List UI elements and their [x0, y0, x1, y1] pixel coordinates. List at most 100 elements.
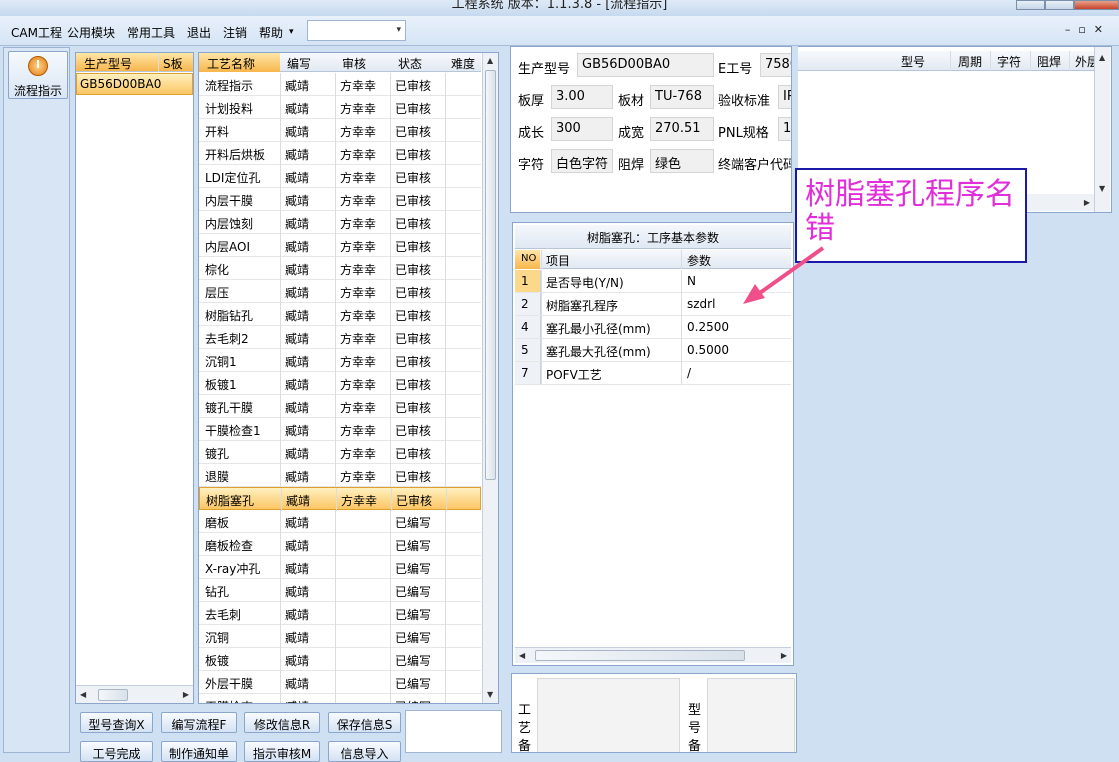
material-field[interactable]: TU-768	[650, 85, 714, 109]
col-r-cycle[interactable]: 周期	[958, 53, 982, 70]
right-table-vscroll[interactable]: ▲ ▼	[1094, 47, 1110, 212]
process-row[interactable]: 树脂钻孔 臧靖 方幸幸 已审核	[199, 303, 481, 326]
menu-public[interactable]: 公用模块	[67, 24, 115, 41]
menu-tools[interactable]: 常用工具	[127, 24, 175, 41]
process-row[interactable]: 开料 臧靖 方幸幸 已审核	[199, 119, 481, 142]
process-row[interactable]: 去毛刺2 臧靖 方幸幸 已审核	[199, 326, 481, 349]
model-row[interactable]: GB56D00BA0	[76, 73, 193, 95]
scroll-down-icon[interactable]: ▼	[1099, 184, 1105, 193]
process-row[interactable]: 干膜检查1 臧靖 方幸幸 已审核	[199, 418, 481, 441]
process-row[interactable]: 层压 臧靖 方幸幸 已审核	[199, 280, 481, 303]
menu-exit[interactable]: 退出	[187, 24, 211, 41]
process-row[interactable]: 流程指示 臧靖 方幸幸 已审核	[199, 73, 481, 96]
col-model[interactable]: 生产型号	[84, 55, 132, 72]
scroll-down-icon[interactable]: ▼	[487, 690, 493, 699]
scroll-up-icon[interactable]: ▲	[487, 56, 493, 65]
menu-logout[interactable]: 注销	[223, 24, 247, 41]
process-row[interactable]: 开料后烘板 臧靖 方幸幸 已审核	[199, 142, 481, 165]
process-row[interactable]: X-ray冲孔 臧靖 已编写	[199, 556, 481, 579]
col-writer[interactable]: 编写	[287, 55, 311, 72]
col-item[interactable]: 项目	[546, 252, 570, 269]
scroll-up-icon[interactable]: ▲	[1099, 53, 1105, 62]
minimize-button[interactable]	[1016, 0, 1045, 10]
model-hscroll[interactable]: ◀ ▶	[76, 685, 193, 703]
model-field[interactable]: GB56D00BA0	[577, 53, 714, 77]
menu-combo[interactable]: ▾	[307, 20, 406, 41]
make-notice-button[interactable]: 制作通知单	[161, 741, 237, 762]
menu-help[interactable]: 帮助	[259, 24, 283, 41]
process-row[interactable]: 沉铜 臧靖 已编写	[199, 625, 481, 648]
process-row[interactable]: 镀孔 臧靖 方幸幸 已审核	[199, 441, 481, 464]
process-row[interactable]: 沉铜1 臧靖 方幸幸 已审核	[199, 349, 481, 372]
width-field[interactable]: 270.51	[650, 117, 714, 141]
param-row[interactable]: 7 POFV工艺 /	[515, 362, 791, 385]
process-vscroll[interactable]: ▲ ▼	[482, 53, 498, 703]
eno-field[interactable]: 758075	[760, 53, 791, 77]
char-field[interactable]: 白色字符	[551, 149, 613, 173]
col-no[interactable]: NO	[521, 253, 536, 264]
process-row[interactable]: 磨板 臧靖 已编写	[199, 510, 481, 533]
import-info-button[interactable]: 信息导入	[328, 741, 401, 762]
instruction-review-button[interactable]: 指示审核M	[244, 741, 320, 762]
write-flow-button[interactable]: 编写流程F	[161, 712, 237, 733]
mdi-controls[interactable]: –▫✕	[1065, 23, 1111, 36]
col-r-char[interactable]: 字符	[997, 53, 1021, 70]
process-row[interactable]: 退膜 臧靖 方幸幸 已审核	[199, 464, 481, 487]
process-row[interactable]: 棕化 臧靖 方幸幸 已审核	[199, 257, 481, 280]
model-memo-field[interactable]	[707, 678, 795, 752]
param-row[interactable]: 4 塞孔最小孔径(mm) 0.2500	[515, 316, 791, 339]
process-row[interactable]: 板镀1 臧靖 方幸幸 已审核	[199, 372, 481, 395]
param-cell-no: 7	[521, 366, 529, 380]
col-level[interactable]: 难度	[451, 55, 475, 72]
col-param[interactable]: 参数	[687, 252, 711, 269]
save-info-button[interactable]: 保存信息S	[328, 712, 401, 733]
flow-instruction-button[interactable]: 流程指示	[8, 51, 68, 99]
process-row[interactable]: 计划投料 臧靖 方幸幸 已审核	[199, 96, 481, 119]
right-table-hscroll[interactable]: ▶	[1018, 194, 1094, 211]
length-field[interactable]: 300	[551, 117, 613, 141]
standard-field[interactable]: IPC	[778, 85, 791, 109]
scroll-right-icon[interactable]: ▶	[1084, 198, 1090, 207]
modify-info-button[interactable]: 修改信息R	[244, 712, 320, 733]
scroll-right-icon[interactable]: ▶	[781, 651, 787, 660]
process-row[interactable]: 内层蚀刻 臧靖 方幸幸 已审核	[199, 211, 481, 234]
process-row[interactable]: 干膜检查 臧靖 已编写	[199, 694, 481, 703]
mask-field[interactable]: 绿色	[650, 149, 714, 173]
process-row[interactable]: 内层干膜 臧靖 方幸幸 已审核	[199, 188, 481, 211]
thickness-field[interactable]: 3.00	[551, 85, 613, 109]
menu-cam[interactable]: CAM工程	[11, 24, 62, 41]
process-cell-name: 流程指示	[205, 79, 254, 93]
process-row[interactable]: 钻孔 臧靖 已编写	[199, 579, 481, 602]
scroll-right-icon[interactable]: ▶	[183, 690, 189, 699]
process-row[interactable]: LDI定位孔 臧靖 方幸幸 已审核	[199, 165, 481, 188]
process-row[interactable]: 镀孔干膜 臧靖 方幸幸 已审核	[199, 395, 481, 418]
process-row[interactable]: 外层干膜 臧靖 已编写	[199, 671, 481, 694]
scroll-thumb[interactable]	[98, 689, 128, 701]
scroll-left-icon[interactable]: ◀	[80, 690, 86, 699]
process-row[interactable]: 板镀 臧靖 已编写	[199, 648, 481, 671]
scroll-thumb[interactable]	[535, 650, 745, 661]
process-row[interactable]: 磨板检查 臧靖 已编写	[199, 533, 481, 556]
process-memo-field[interactable]	[537, 678, 680, 752]
col-s-board[interactable]: S板	[163, 55, 183, 72]
finish-job-button[interactable]: 工号完成	[80, 741, 153, 762]
params-hscroll[interactable]: ◀ ▶	[515, 647, 791, 663]
maximize-button[interactable]	[1044, 0, 1074, 10]
col-status[interactable]: 状态	[398, 55, 422, 72]
param-row[interactable]: 5 塞孔最大孔径(mm) 0.5000	[515, 339, 791, 362]
close-button[interactable]	[1073, 0, 1119, 10]
scroll-left-icon[interactable]: ◀	[519, 651, 525, 660]
col-r-model[interactable]: 型号	[901, 53, 925, 70]
pnl-field[interactable]: 1	[778, 117, 791, 141]
process-row[interactable]: 内层AOI 臧靖 方幸幸 已审核	[199, 234, 481, 257]
query-model-button[interactable]: 型号查询X	[80, 712, 153, 733]
col-reviewer[interactable]: 审核	[342, 55, 366, 72]
process-cell-name: 开料	[205, 125, 230, 139]
info-textbox[interactable]	[405, 710, 502, 753]
process-row[interactable]: 去毛刺 臧靖 已编写	[199, 602, 481, 625]
menu-help-arrow-icon[interactable]: ▾	[289, 27, 294, 37]
process-row[interactable]: 树脂塞孔 臧靖 方幸幸 已审核	[199, 487, 481, 511]
scroll-thumb[interactable]	[485, 70, 496, 480]
col-r-mask[interactable]: 阻焊	[1037, 53, 1061, 70]
col-process-name[interactable]: 工艺名称	[207, 55, 255, 72]
